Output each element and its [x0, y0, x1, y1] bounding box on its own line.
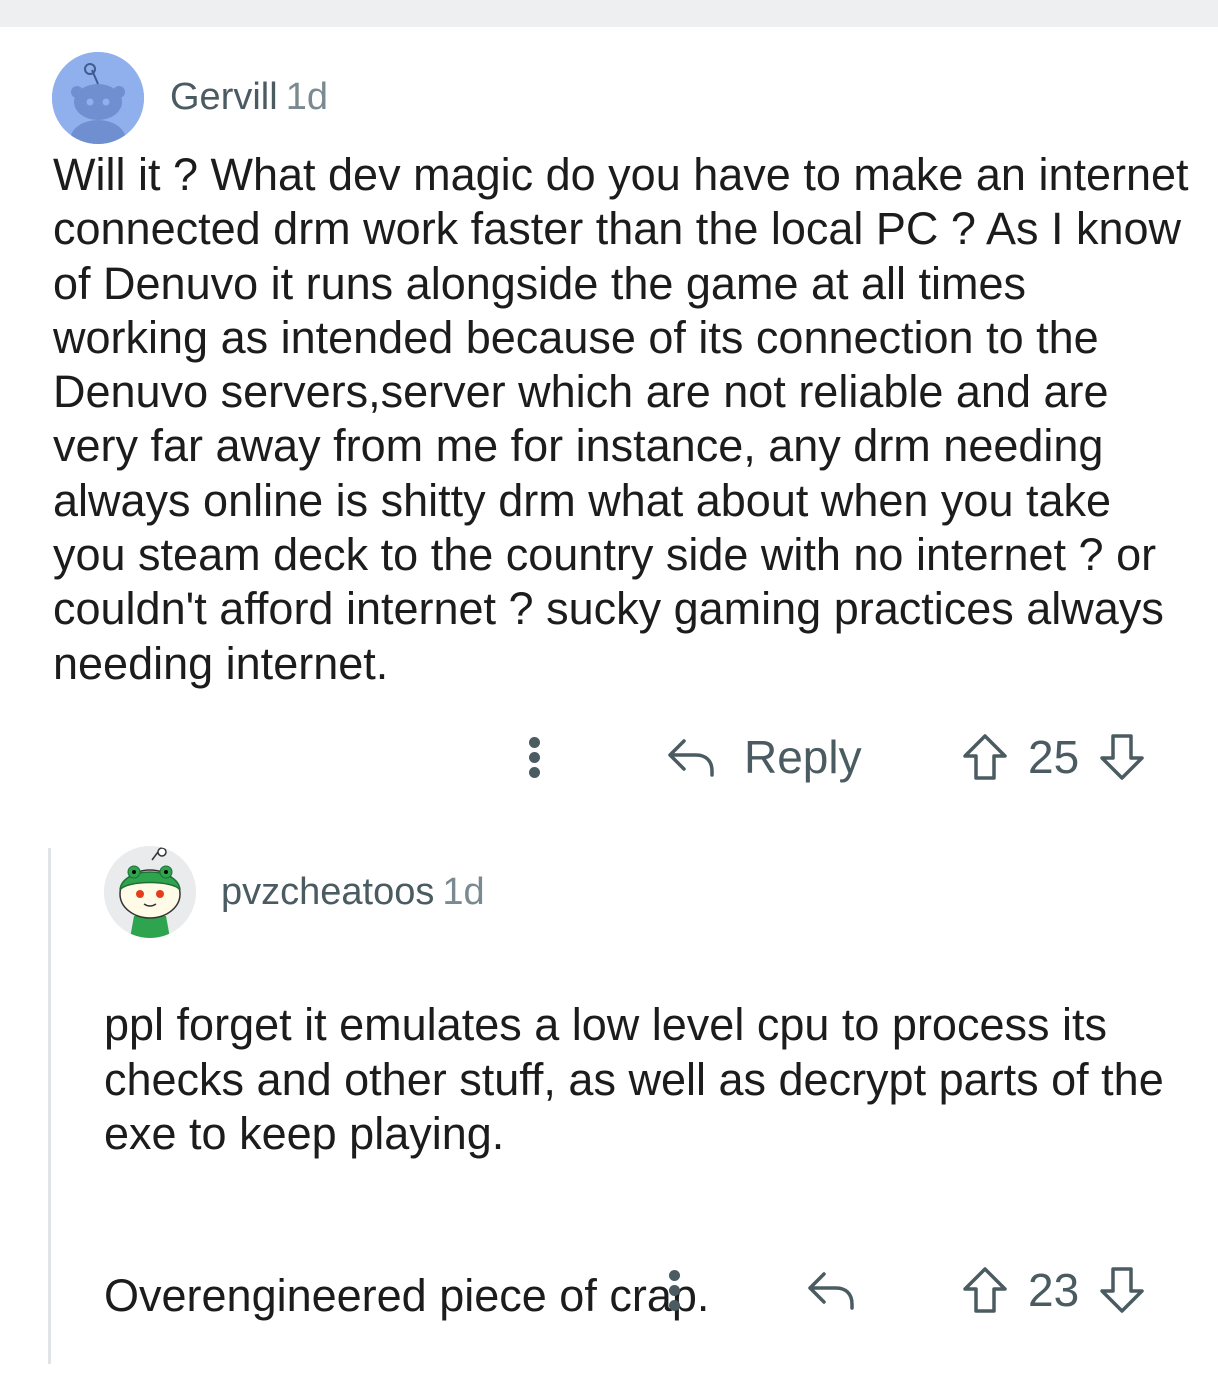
upvote-arrow-icon[interactable]	[960, 1265, 1010, 1315]
more-options-button[interactable]	[522, 727, 546, 787]
reply-label: Reply	[744, 731, 862, 783]
comment-age: 1d	[442, 871, 485, 913]
reply-arrow-icon	[668, 739, 714, 777]
top-divider-bar	[0, 0, 1218, 27]
comment-age: 1d	[285, 76, 328, 118]
vote-controls: 23	[960, 1260, 1147, 1320]
username[interactable]: pvzcheatoos	[221, 871, 434, 913]
vote-controls: 25	[960, 727, 1147, 787]
reply-button[interactable]: Reply	[666, 727, 862, 787]
downvote-arrow-icon[interactable]	[1097, 732, 1147, 782]
vote-score: 25	[1028, 731, 1080, 783]
username[interactable]: Gervill	[170, 76, 278, 118]
comment-body: Will it ? What dev magic do you have to …	[53, 149, 1189, 689]
reply-button[interactable]	[806, 1260, 856, 1320]
more-vertical-icon	[669, 1270, 680, 1281]
upvote-arrow-icon[interactable]	[960, 732, 1010, 782]
snoo-frog-avatar-icon	[104, 846, 196, 938]
vote-score: 23	[1028, 1264, 1080, 1316]
downvote-arrow-icon[interactable]	[1097, 1265, 1147, 1315]
avatar[interactable]	[104, 846, 196, 938]
avatar[interactable]	[52, 52, 144, 144]
comment-meta: Gervill 1d	[170, 74, 328, 120]
snoo-avatar-icon	[52, 52, 144, 144]
reply-arrow-icon	[808, 1272, 854, 1310]
thread-line[interactable]	[48, 848, 51, 1364]
more-vertical-icon	[529, 737, 540, 748]
more-options-button[interactable]	[662, 1260, 686, 1320]
comment-paragraph: ppl forget it emulates a low level cpu t…	[104, 999, 1164, 1159]
comment-meta: pvzcheatoos 1d	[221, 869, 485, 915]
